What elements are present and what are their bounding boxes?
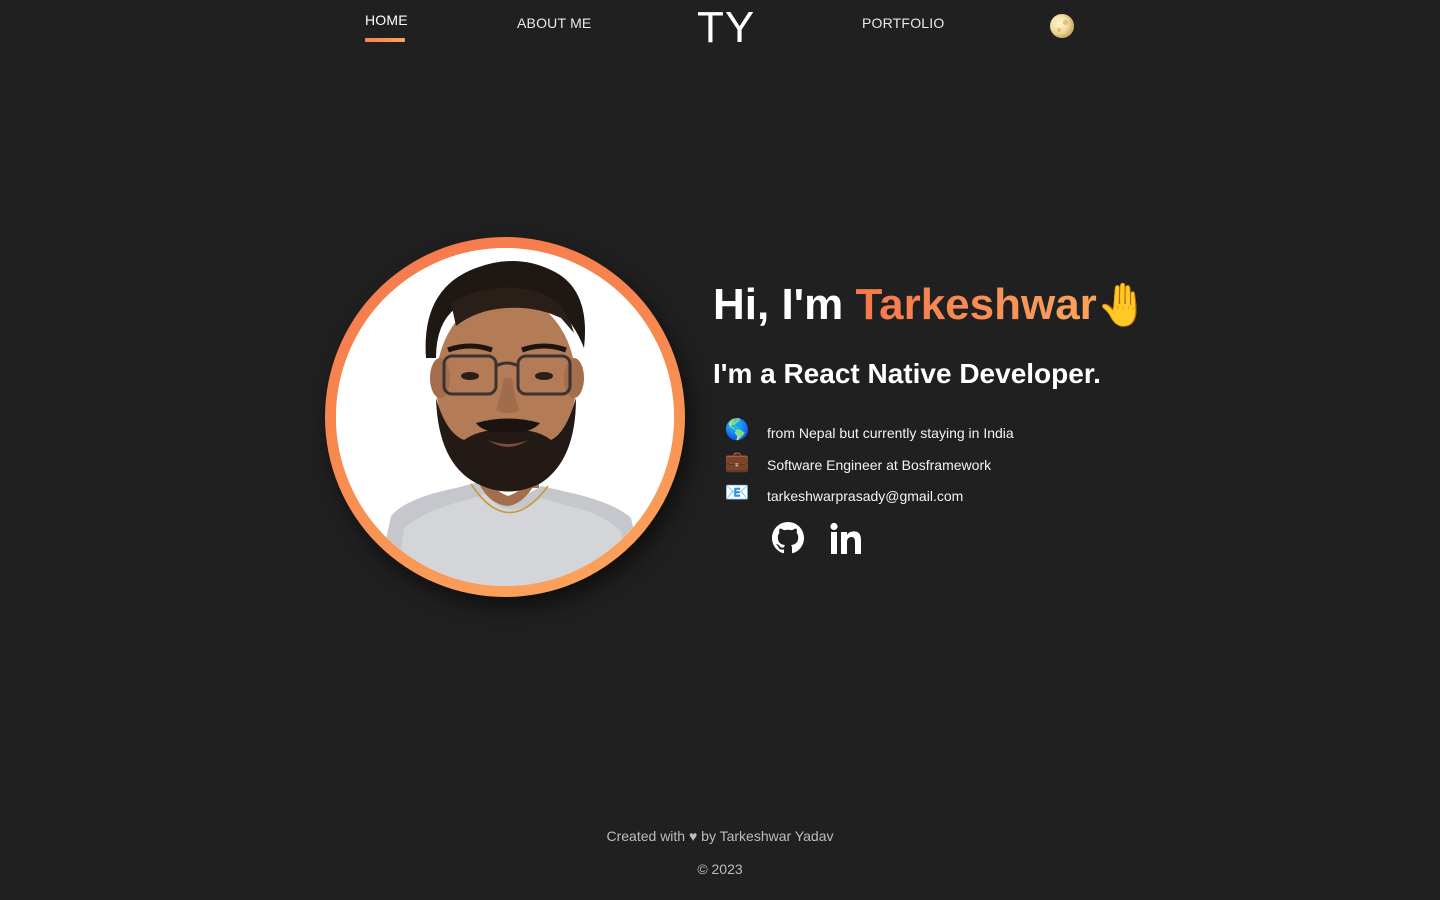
top-navigation: HOME ABOUT ME TY PORTFOLIO	[0, 0, 1440, 60]
info-location-text: from Nepal but currently staying in Indi…	[767, 425, 1014, 441]
waving-hand-icon: 🤚	[1096, 281, 1150, 328]
info-list: 🌎 from Nepal but currently staying in In…	[724, 417, 1084, 512]
hero-role: I'm a React Native Developer.	[713, 358, 1101, 389]
nav-about-link[interactable]: ABOUT ME	[517, 15, 591, 31]
site-logo[interactable]: TY	[697, 2, 755, 54]
info-item-location: 🌎 from Nepal but currently staying in In…	[724, 417, 1084, 449]
info-email-text[interactable]: tarkeshwarprasady@gmail.com	[767, 488, 963, 504]
profile-photo-ring	[325, 237, 685, 597]
github-icon	[772, 522, 804, 554]
profile-photo	[336, 248, 674, 586]
info-item-email: 📧 tarkeshwarprasady@gmail.com	[724, 480, 1084, 512]
info-item-job: 💼 Software Engineer at Bosframework	[724, 449, 1084, 481]
linkedin-icon	[830, 522, 861, 554]
email-icon: 📧	[724, 482, 750, 504]
active-nav-underline	[365, 38, 405, 42]
footer-copyright: © 2023	[697, 861, 743, 877]
moon-crater	[1063, 20, 1068, 25]
theme-toggle-moon-icon[interactable]	[1050, 14, 1074, 38]
hero-greeting: Hi, I'm Tarkeshwar🤚	[713, 278, 1149, 332]
greeting-prefix: Hi, I'm	[713, 280, 856, 329]
github-link[interactable]	[772, 522, 806, 556]
nav-home-label: HOME	[365, 12, 408, 28]
info-job-text: Software Engineer at Bosframework	[767, 456, 992, 473]
linkedin-link[interactable]	[829, 522, 863, 556]
briefcase-icon: 💼	[724, 450, 750, 473]
page: HOME ABOUT ME TY PORTFOLIO Hi, I'm Tarke…	[0, 0, 1440, 900]
nav-home-link[interactable]: HOME	[365, 12, 408, 42]
profile-portrait-illustration	[336, 248, 674, 586]
footer-created-by: Created with ♥ by Tarkeshwar Yadav	[606, 828, 834, 844]
hero-name: Tarkeshwar	[855, 280, 1097, 329]
globe-icon: 🌎	[724, 419, 750, 441]
moon-crater	[1057, 28, 1061, 32]
nav-portfolio-link[interactable]: PORTFOLIO	[862, 15, 944, 31]
